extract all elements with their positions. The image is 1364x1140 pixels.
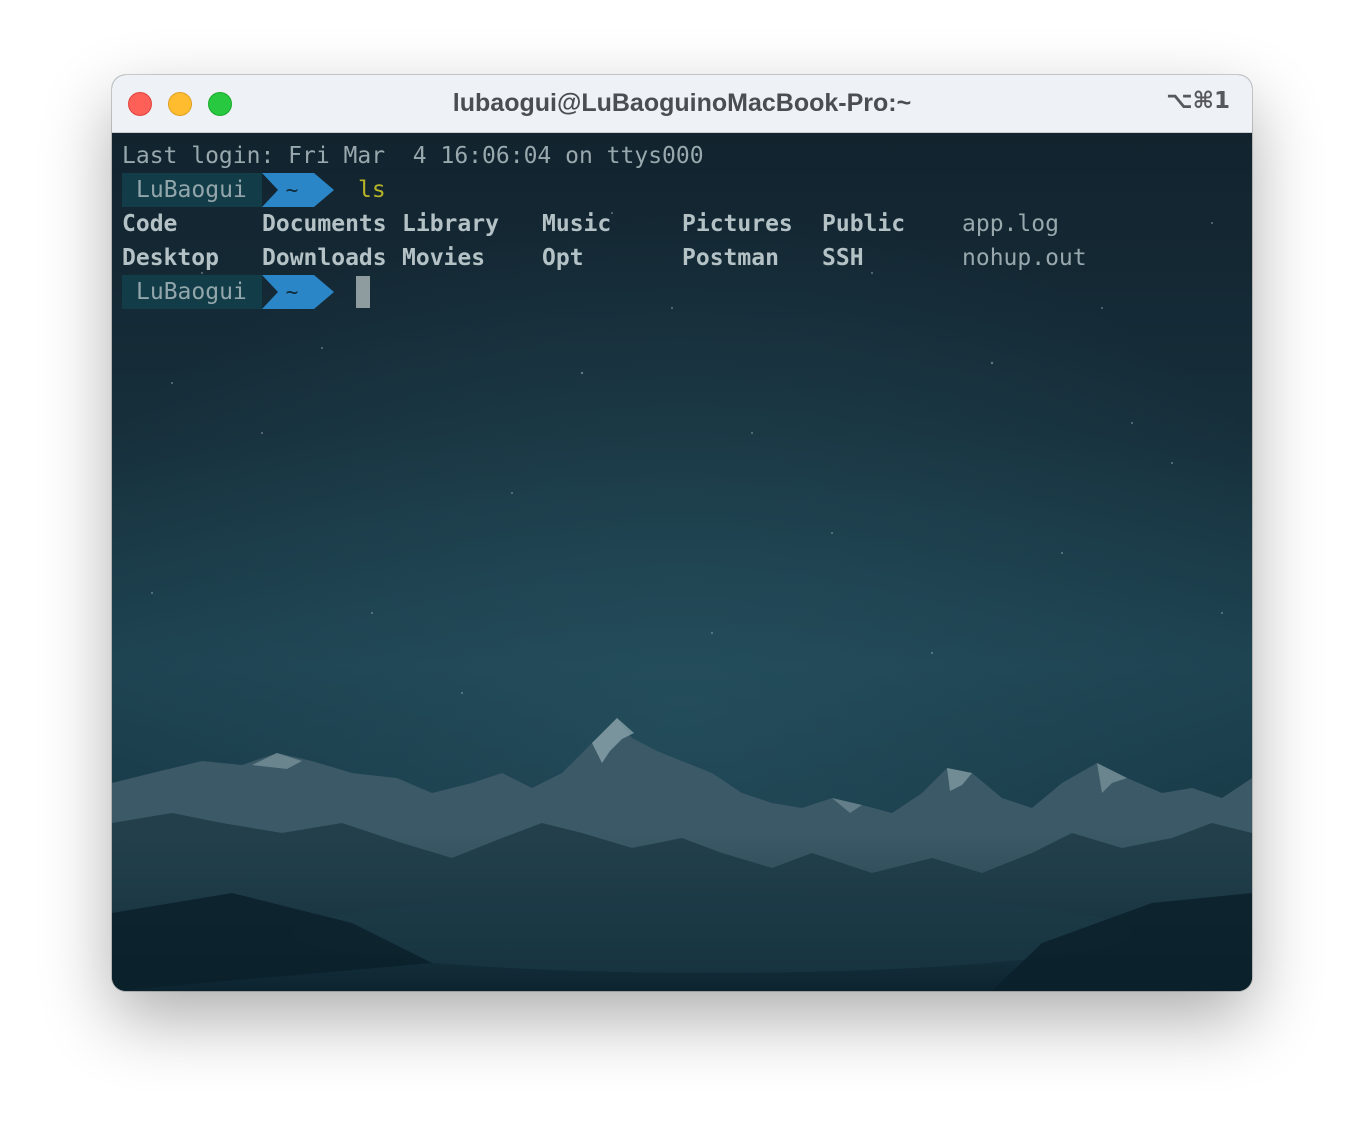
prompt-line: LuBaogui ~ ls (122, 173, 522, 207)
last-login-line: Last login: Fri Mar 4 16:06:04 on ttys00… (122, 143, 704, 169)
listing-entry: Public (822, 211, 906, 237)
listing-entry: app.log (962, 211, 1059, 237)
command-text: ls (358, 177, 386, 203)
text-cursor[interactable] (356, 276, 370, 308)
listing-entry: Postman (682, 245, 779, 271)
listing-entry: nohup.out (962, 245, 1087, 271)
listing-entry: Music (542, 211, 612, 237)
listing-entry: Library (402, 211, 499, 237)
prompt-line: LuBaogui ~ (122, 275, 522, 309)
listing-entry: SSH (822, 245, 864, 271)
listing-entry: Pictures (682, 211, 793, 237)
listing-entry: Code (122, 211, 178, 237)
title-bar[interactable]: lubaogui@LuBaoguinoMacBook-Pro:~ ⌥⌘1 (112, 75, 1252, 133)
prompt-user-segment: LuBaogui (122, 275, 262, 309)
terminal-area[interactable]: Last login: Fri Mar 4 16:06:04 on ttys00… (112, 133, 1252, 991)
window-shortcut: ⌥⌘1 (1166, 88, 1230, 114)
listing-entry: Desktop (122, 245, 219, 271)
prompt-dir-segment: ~ (285, 178, 299, 202)
terminal-window: lubaogui@LuBaoguinoMacBook-Pro:~ ⌥⌘1 Las… (112, 75, 1252, 991)
prompt-dir-segment: ~ (285, 280, 299, 304)
listing-entry: Movies (402, 245, 486, 271)
listing-entry: Downloads (262, 245, 387, 271)
prompt-user-segment: LuBaogui (122, 173, 262, 207)
listing-entry: Documents (262, 211, 387, 237)
window-title: lubaogui@LuBaoguinoMacBook-Pro:~ (452, 89, 912, 117)
listing-entry: Opt (542, 245, 584, 271)
